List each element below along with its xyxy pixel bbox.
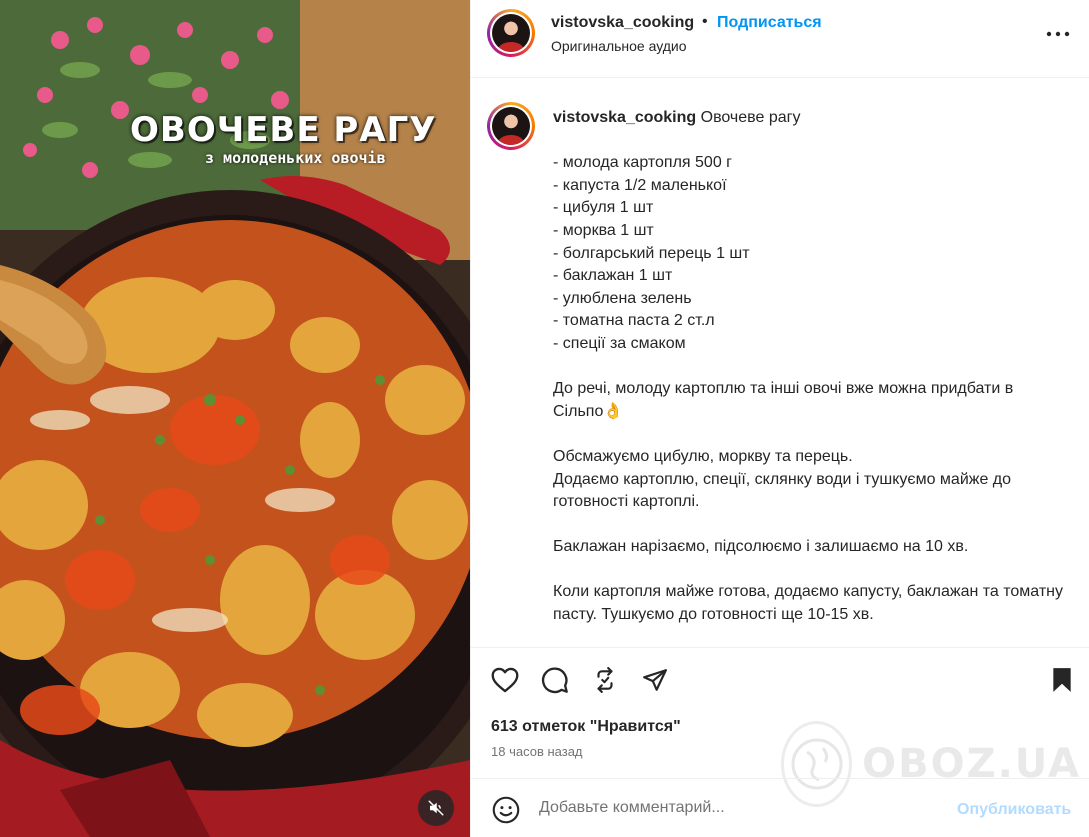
post-media[interactable]: ОВОЧЕВЕ РАГУ з молоденьких овочів — [0, 0, 470, 837]
likes-count[interactable]: 613 отметок "Нравится" — [491, 718, 681, 736]
more-options-button[interactable] — [1043, 22, 1073, 46]
comment-icon — [541, 667, 568, 694]
publish-button[interactable]: Опубликовать — [957, 801, 1071, 819]
caption-username[interactable]: vistovska_cooking — [553, 109, 696, 126]
caption-text: vistovska_cooking Овочеве рагу - молода … — [553, 107, 1063, 627]
avatar-image — [492, 14, 530, 52]
more-horizontal-icon — [1046, 31, 1070, 37]
audio-label[interactable]: Оригинальное аудио — [551, 38, 687, 54]
comment-input[interactable] — [539, 799, 879, 817]
author-username[interactable]: vistovska_cooking — [551, 14, 694, 32]
caption-body: Овочеве рагу - молода картопля 500 г - к… — [553, 109, 1064, 624]
bookmark-icon — [1053, 668, 1071, 692]
post-timestamp[interactable]: 18 часов назад — [491, 744, 583, 759]
post-header: vistovska_cooking • Подписаться Оригинал… — [471, 0, 1089, 78]
smiley-icon — [492, 796, 520, 824]
like-button[interactable] — [489, 664, 521, 696]
repost-icon — [597, 667, 613, 693]
action-bar: 613 отметок "Нравится" 18 часов назад — [471, 647, 1089, 777]
share-button[interactable] — [639, 664, 671, 696]
comment-bar: Опубликовать — [471, 778, 1089, 837]
video-subtitle-overlay: з молоденьких овочів — [205, 149, 386, 167]
repost-button[interactable] — [589, 664, 621, 696]
follow-button[interactable]: Подписаться — [717, 14, 822, 32]
save-button[interactable] — [1046, 664, 1078, 696]
separator-dot: • — [702, 13, 708, 30]
comment-button[interactable] — [539, 664, 571, 696]
mute-button[interactable] — [418, 790, 454, 826]
author-avatar[interactable] — [487, 9, 535, 57]
caption-avatar[interactable] — [487, 102, 535, 150]
speaker-muted-icon — [428, 800, 444, 816]
avatar-image — [492, 107, 530, 145]
emoji-button[interactable] — [491, 795, 521, 825]
send-icon — [643, 669, 667, 691]
heart-icon — [491, 667, 519, 693]
caption-section: vistovska_cooking Овочеве рагу - молода … — [471, 79, 1089, 647]
post-panel: vistovska_cooking • Подписаться Оригинал… — [470, 0, 1089, 837]
video-title-overlay: ОВОЧЕВЕ РАГУ — [130, 110, 437, 150]
